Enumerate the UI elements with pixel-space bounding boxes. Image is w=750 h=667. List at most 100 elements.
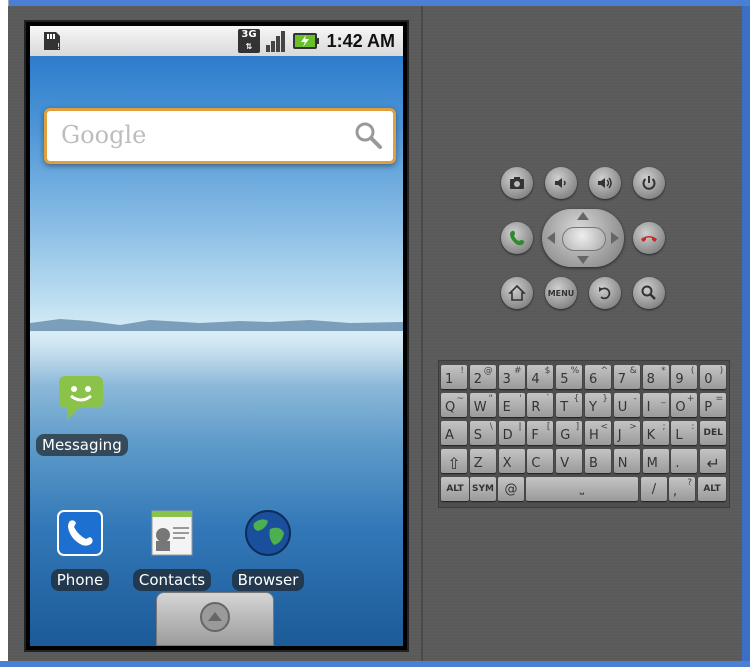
key-row1-8[interactable]: 9(: [671, 365, 698, 389]
key-label: 0: [704, 372, 713, 387]
key-row1-7[interactable]: 8 *: [642, 365, 669, 389]
key-row3-8[interactable]: L:: [671, 421, 698, 445]
menu-button[interactable]: MENU: [545, 277, 577, 309]
key-row2-7[interactable]: I _: [642, 393, 669, 417]
key-row4-8[interactable]: .: [671, 449, 698, 473]
key-row4-6[interactable]: N: [613, 449, 640, 473]
key-row3-7[interactable]: K;: [642, 421, 669, 445]
key-label: R: [531, 400, 541, 415]
key-row4-3[interactable]: C: [527, 449, 554, 473]
key-sublabel: +: [686, 394, 695, 404]
key-row1-1[interactable]: 2 @: [469, 365, 496, 389]
key-sublabel: [: [546, 422, 551, 432]
key-row4-0[interactable]: ⇧: [441, 449, 467, 473]
key-label: A: [445, 428, 454, 443]
key-question[interactable]: ,?: [669, 477, 695, 501]
menu-label: MENU: [547, 288, 575, 298]
key-sublabel: @: [483, 366, 493, 376]
key-row3-3[interactable]: F[: [527, 421, 554, 445]
google-search-widget[interactable]: Google: [44, 108, 396, 164]
key-row2-9[interactable]: P =: [700, 393, 727, 417]
call-button[interactable]: [501, 222, 533, 254]
key-row3-6[interactable]: J >: [613, 421, 640, 445]
key-row1-2[interactable]: 3 #: [498, 365, 525, 389]
dpad-center-button[interactable]: [562, 227, 606, 251]
key-row3-9[interactable]: DEL: [700, 421, 727, 445]
space-bar-icon: ⎵: [579, 482, 585, 495]
key-sublabel: \: [489, 422, 493, 432]
key-alt-left[interactable]: ALT: [441, 477, 469, 501]
key-label: 2: [473, 372, 483, 387]
home-button[interactable]: [501, 277, 533, 309]
search-button[interactable]: [633, 277, 665, 309]
key-label: K: [646, 428, 656, 443]
messaging-icon: [59, 376, 103, 420]
dpad[interactable]: [542, 209, 624, 267]
camera-button[interactable]: [501, 167, 533, 199]
back-button[interactable]: [589, 277, 621, 309]
key-row3-4[interactable]: G]: [556, 421, 583, 445]
key-row1-4[interactable]: 5%: [556, 365, 583, 389]
key-row1-3[interactable]: 4 $: [527, 365, 554, 389]
app-drawer-handle[interactable]: [156, 592, 274, 646]
app-messaging[interactable]: Messaging: [36, 372, 128, 456]
key-row4-5[interactable]: B: [585, 449, 611, 473]
dpad-left-arrow-icon: [547, 232, 555, 244]
key-row2-8[interactable]: O +: [671, 393, 698, 417]
key-label: B: [589, 456, 598, 471]
key-row1-5[interactable]: 6 ^: [585, 365, 611, 389]
key-row2-6[interactable]: U-: [613, 393, 640, 417]
key-row3-0[interactable]: A: [441, 421, 467, 445]
app-contacts[interactable]: Contacts: [128, 507, 216, 591]
key-row4-7[interactable]: M: [642, 449, 669, 473]
key-row2-2[interactable]: E ': [498, 393, 525, 417]
app-browser[interactable]: Browser: [224, 507, 312, 591]
key-label: P: [704, 400, 713, 415]
key-row1-9[interactable]: 0): [700, 365, 727, 389]
key-row2-1[interactable]: W ": [469, 393, 496, 417]
key-label: Q: [445, 400, 456, 415]
power-button[interactable]: [633, 167, 665, 199]
key-row3-1[interactable]: S \: [469, 421, 496, 445]
key-row2-4[interactable]: T{: [556, 393, 583, 417]
key-row4-2[interactable]: X: [498, 449, 525, 473]
power-icon: [642, 176, 656, 190]
key-row4-1[interactable]: Z: [469, 449, 496, 473]
key-row4-9[interactable]: ↵: [700, 449, 727, 473]
status-time: 1:42 AM: [326, 31, 395, 51]
end-call-button[interactable]: [633, 222, 665, 254]
key-row1-6[interactable]: 7 &: [613, 365, 640, 389]
key-sublabel: ~: [456, 394, 464, 404]
key-label: @: [504, 482, 518, 497]
key-label: 8: [646, 372, 655, 387]
key-label: N: [617, 456, 628, 471]
key-sublabel: (: [690, 366, 695, 376]
key-row1-0[interactable]: 1!: [441, 365, 467, 389]
3g-network-icon: 3G ⇅: [238, 29, 260, 53]
key-sublabel: ": [488, 394, 493, 404]
key-alt-right[interactable]: ALT: [698, 477, 726, 501]
key-row4-4[interactable]: V: [556, 449, 583, 473]
volume-up-button[interactable]: [589, 167, 621, 199]
key-row3-5[interactable]: H <: [585, 421, 611, 445]
key-row2-5[interactable]: Y}: [585, 393, 611, 417]
search-icon[interactable]: [353, 120, 383, 150]
dpad-up-arrow-icon: [577, 212, 589, 220]
key-row2-3[interactable]: R `: [527, 393, 554, 417]
key-row2-0[interactable]: Q ~: [441, 393, 467, 417]
key-sublabel: ': [519, 394, 522, 404]
key-space[interactable]: ⎵: [526, 477, 638, 501]
key-slash[interactable]: /: [641, 477, 667, 501]
key-sublabel: ]: [575, 422, 580, 432]
key-label: ALT: [446, 484, 464, 494]
key-label: T: [560, 400, 569, 415]
app-phone[interactable]: Phone: [40, 507, 120, 591]
key-sym[interactable]: SYM: [470, 477, 496, 501]
key-at[interactable]: @: [498, 477, 524, 501]
key-sublabel: `: [545, 394, 551, 404]
key-label: ↵: [706, 454, 720, 473]
key-label: Z: [473, 456, 483, 471]
volume-down-button[interactable]: [545, 167, 577, 199]
key-row3-2[interactable]: D |: [498, 421, 525, 445]
key-label: 4: [531, 372, 540, 387]
